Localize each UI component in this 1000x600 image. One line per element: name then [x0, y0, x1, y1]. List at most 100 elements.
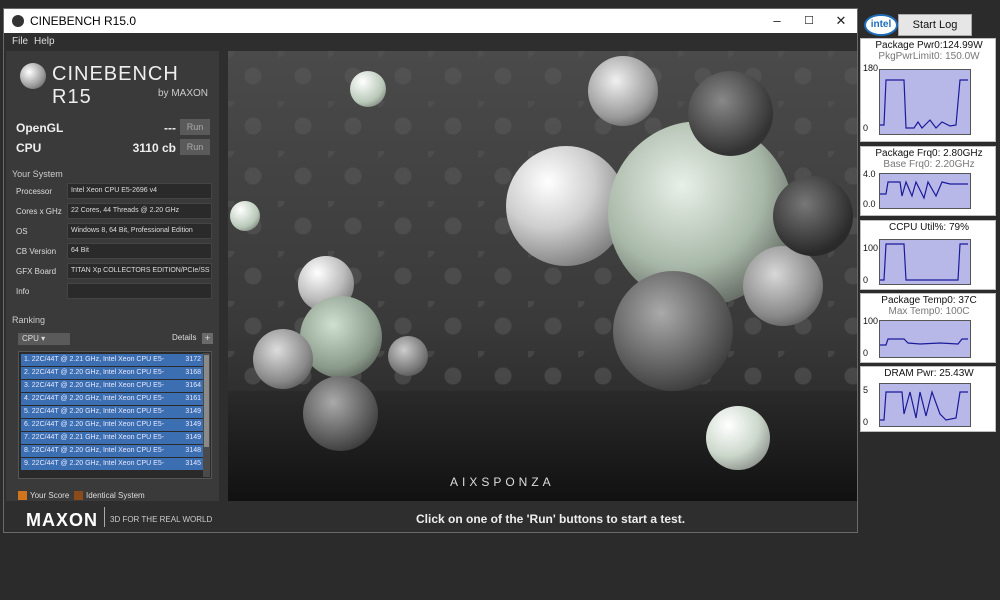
temperature-line [880, 338, 968, 346]
y-axis-min: 0 [863, 348, 869, 358]
start-log-button[interactable]: Start Log [898, 14, 972, 36]
render-sphere [253, 329, 313, 389]
title-bar[interactable]: CINEBENCH R15.0 – ☐ ✕ [4, 9, 857, 33]
window-title: CINEBENCH R15.0 [30, 14, 137, 28]
cinebench-window: CINEBENCH R15.0 – ☐ ✕ File Help CINEBENC… [3, 8, 858, 533]
details-label: Details [172, 333, 197, 342]
y-axis-max: 180 [863, 63, 879, 73]
scrollbar-thumb[interactable] [204, 355, 209, 447]
sys-key: CB Version [16, 247, 57, 256]
render-sphere [613, 271, 733, 391]
ranking-item-score: 3149 [185, 421, 201, 428]
ranking-item[interactable]: 3. 22C/44T @ 2.20 GHz, Intel Xeon CPU E5… [21, 380, 203, 392]
bottom-bar: MAXON 3D FOR THE REAL WORLD Click on one… [4, 501, 857, 532]
details-expand-button[interactable]: + [202, 333, 213, 344]
identical-system-legend: Identical System [86, 491, 145, 500]
package-temperature-panel: Package Temp0: 37C Max Temp0: 100C 100 0 [860, 293, 996, 363]
ranking-item[interactable]: 6. 22C/44T @ 2.20 GHz, Intel Xeon CPU E5… [21, 419, 203, 431]
ranking-list[interactable]: 1. 22C/44T @ 2.21 GHz, Intel Xeon CPU E5… [18, 351, 212, 479]
your-system-heading: Your System [12, 169, 63, 179]
cpu-label: CPU [16, 141, 42, 155]
intel-power-gadget: intel Start Log Package Pwr0:124.99W Pkg… [860, 8, 1000, 438]
ranking-item[interactable]: 8. 22C/44T @ 2.20 GHz, Intel Xeon CPU E5… [21, 445, 203, 457]
ranking-item-name: 5. 22C/44T @ 2.20 GHz, Intel Xeon CPU E5… [24, 408, 165, 415]
opengl-row: OpenGL --- Run [12, 119, 212, 137]
ranking-item-score: 3149 [185, 408, 201, 415]
render-sphere [588, 56, 658, 126]
sys-row-gfx-board: GFX Board TITAN Xp COLLECTORS EDITION/PC… [12, 263, 214, 280]
info-input[interactable] [67, 283, 212, 299]
ranking-item-name: 2. 22C/44T @ 2.20 GHz, Intel Xeon CPU E5… [24, 369, 165, 376]
your-score-legend: Your Score [30, 491, 70, 500]
opengl-run-button[interactable]: Run [180, 119, 210, 135]
status-message: Click on one of the 'Run' buttons to sta… [416, 512, 686, 526]
logo-subtitle: by MAXON [158, 88, 209, 99]
utilization-graph [879, 239, 971, 285]
frequency-graph [879, 173, 971, 209]
render-sphere [350, 71, 386, 107]
cpu-row: CPU 3110 cb Run [12, 139, 212, 157]
sys-key: OS [16, 227, 28, 236]
ranking-item[interactable]: 7. 22C/44T @ 2.21 GHz, Intel Xeon CPU E5… [21, 432, 203, 444]
render-sphere [230, 201, 260, 231]
cpu-utilization-panel: CCPU Util%: 79% 100 0 [860, 220, 996, 290]
left-panel: CINEBENCH R15 by MAXON OpenGL --- Run CP… [6, 51, 219, 501]
panel-title: CCPU Util%: 79% [888, 222, 970, 233]
maxon-logo: MAXON [26, 510, 98, 530]
ranking-item[interactable]: 2. 22C/44T @ 2.20 GHz, Intel Xeon CPU E5… [21, 367, 203, 379]
y-axis-max: 100 [863, 243, 879, 253]
dram-power-panel: DRAM Pwr: 25.43W 5 0 [860, 366, 996, 432]
panel-title: Package Frq0: 2.80GHz [875, 148, 983, 159]
sys-key: Cores x GHz [16, 207, 62, 216]
ranking-item-score: 3172 [185, 356, 201, 363]
cinebench-app-icon [12, 15, 24, 27]
close-button[interactable]: ✕ [825, 9, 857, 33]
menu-help[interactable]: Help [34, 36, 55, 47]
sys-row-cores: Cores x GHz 22 Cores, 44 Threads @ 2.20 … [12, 203, 214, 220]
cpu-run-button[interactable]: Run [180, 139, 210, 155]
ranking-item-score: 3148 [185, 447, 201, 454]
panel-subtitle: Max Temp0: 100C [888, 306, 970, 317]
minimize-button[interactable]: – [761, 9, 793, 33]
intel-logo: intel [864, 14, 898, 36]
ranking-item-score: 3149 [185, 434, 201, 441]
render-sphere [300, 296, 382, 378]
y-axis-max: 4.0 [863, 169, 876, 179]
ranking-item-name: 6. 22C/44T @ 2.20 GHz, Intel Xeon CPU E5… [24, 421, 165, 428]
sys-key: Info [16, 287, 30, 296]
ranking-type-dropdown[interactable]: CPU ▾ [18, 333, 70, 345]
cinebench-logo: CINEBENCH R15 by MAXON [10, 53, 215, 108]
logo-divider [104, 507, 105, 527]
maximize-button[interactable]: ☐ [793, 9, 825, 33]
your-score-swatch [18, 491, 27, 500]
temperature-graph [879, 320, 971, 358]
utilization-line [880, 243, 968, 281]
panel-title: Package Temp0: 37C [881, 295, 977, 306]
panel-title: DRAM Pwr: 25.43W [884, 368, 974, 379]
sys-value: 22 Cores, 44 Threads @ 2.20 GHz [67, 203, 212, 219]
logo-title: CINEBENCH R15 [52, 63, 179, 108]
package-power-panel: Package Pwr0:124.99W PkgPwrLimit0: 150.0… [860, 38, 996, 142]
y-axis-min: 0 [863, 123, 869, 133]
sys-key: GFX Board [16, 267, 57, 276]
ranking-item[interactable]: 5. 22C/44T @ 2.20 GHz, Intel Xeon CPU E5… [21, 406, 203, 418]
y-axis-min: 0.0 [863, 199, 876, 209]
cinema4d-sphere-icon [20, 63, 46, 89]
ranking-item-score: 3145 [185, 460, 201, 467]
ranking-scrollbar[interactable] [203, 353, 210, 477]
menu-file[interactable]: File [12, 36, 28, 47]
sys-value: TITAN Xp COLLECTORS EDITION/PCIe/SS [67, 263, 212, 279]
panel-subtitle: Base Frq0: 2.20GHz [883, 159, 975, 170]
sys-row-processor: Processor Intel Xeon CPU E5-2696 v4 [12, 183, 214, 200]
ranking-item[interactable]: 1. 22C/44T @ 2.21 GHz, Intel Xeon CPU E5… [21, 354, 203, 366]
ranking-item[interactable]: 9. 22C/44T @ 2.20 GHz, Intel Xeon CPU E5… [21, 458, 203, 470]
ranking-dropdown-value: CPU [22, 334, 39, 343]
ranking-item-name: 7. 22C/44T @ 2.21 GHz, Intel Xeon CPU E5… [24, 434, 165, 441]
ranking-item[interactable]: 4. 22C/44T @ 2.20 GHz, Intel Xeon CPU E5… [21, 393, 203, 405]
dram-power-graph [879, 383, 971, 427]
ranking-heading: Ranking [12, 315, 46, 325]
cpu-score: 3110 cb [132, 141, 176, 155]
render-sphere [743, 246, 823, 326]
maxon-tagline: 3D FOR THE REAL WORLD [110, 515, 213, 524]
render-viewport: AIXSPONZA [228, 51, 857, 501]
